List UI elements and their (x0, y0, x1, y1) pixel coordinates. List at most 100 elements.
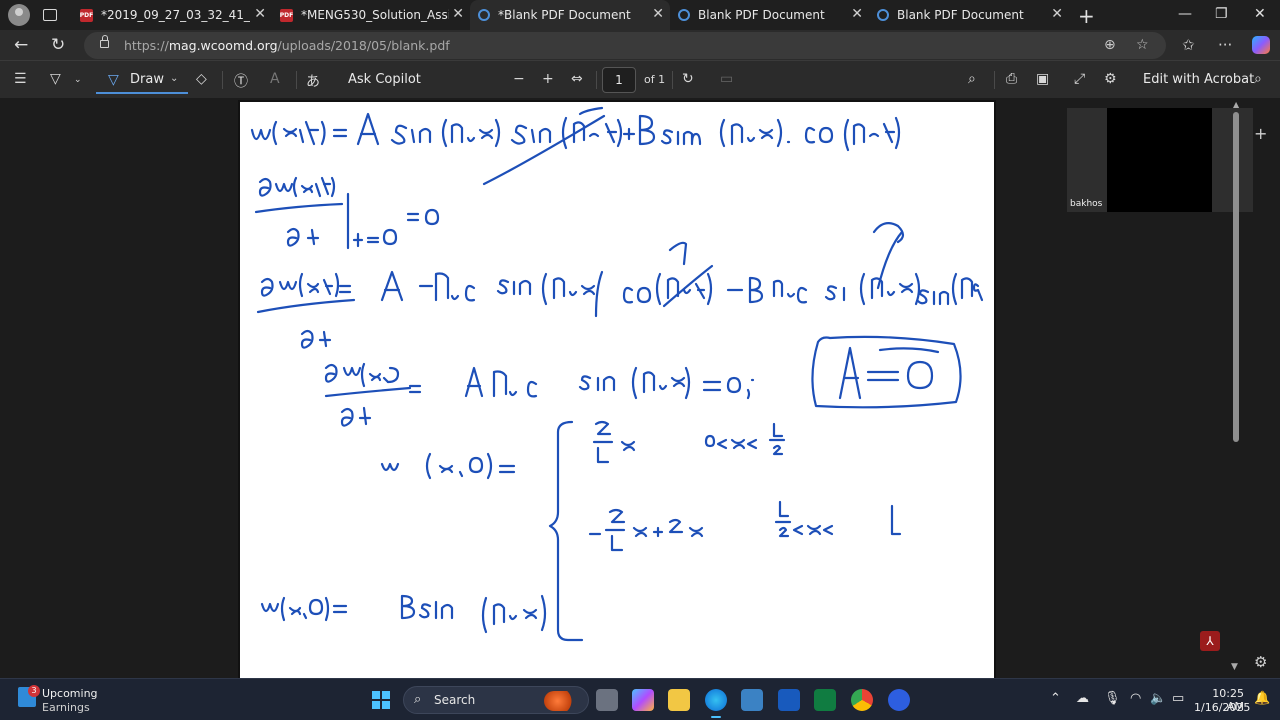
chevron-down-icon[interactable]: ⌄ (170, 73, 178, 84)
edge-pdf-icon (678, 9, 690, 21)
close-icon[interactable]: ✕ (254, 7, 266, 21)
tab-5[interactable]: Blank PDF Document ✕ (869, 0, 1069, 30)
search-label: Search (434, 693, 476, 707)
translate-icon[interactable]: あ (306, 71, 320, 91)
chevron-up-icon[interactable]: ⌃ (1050, 691, 1061, 706)
video-preview[interactable]: bakhos (1067, 108, 1253, 212)
start-button[interactable] (372, 691, 390, 709)
zoom-icon[interactable]: ⊕ (1104, 37, 1116, 53)
contents-icon[interactable]: ☰ (14, 71, 27, 87)
pdf-icon: PDF (80, 8, 93, 22)
pdf-page[interactable] (238, 100, 996, 680)
ink-line-3 (256, 221, 984, 349)
tab-title: Blank PDF Document (698, 8, 825, 22)
file-explorer-icon[interactable] (668, 689, 690, 711)
favorites-icon[interactable]: ✩ (1182, 36, 1195, 54)
copilot-icon[interactable] (1252, 36, 1270, 54)
address-row: ← ↻ https://mag.wcoomd.org/uploads/2018/… (0, 30, 1280, 60)
page-total: of 1 (644, 73, 666, 86)
cloud-sync-icon[interactable]: ☁ (1076, 691, 1089, 706)
zoom-in-button[interactable]: + (542, 71, 554, 87)
scroll-up-icon[interactable]: ▲ (1233, 100, 1239, 109)
refresh-button[interactable]: ↻ (51, 35, 65, 55)
favorite-star-icon[interactable]: ☆ (1136, 37, 1149, 53)
acrobat-search-icon[interactable]: ⌕ (1254, 71, 1262, 87)
back-button[interactable]: ← (14, 35, 28, 55)
eraser-icon[interactable]: ◇ (196, 71, 207, 87)
print-icon[interactable]: ⎙ (1006, 71, 1017, 87)
word-icon[interactable] (778, 689, 800, 711)
close-icon[interactable]: ✕ (452, 7, 464, 21)
ask-copilot-button[interactable]: Ask Copilot (348, 72, 421, 87)
participant-name: bakhos (1070, 199, 1103, 209)
search-highlight-icon (544, 691, 578, 711)
draw-button[interactable]: ▽ Draw ⌄ (96, 66, 188, 94)
minimize-button[interactable]: — (1178, 6, 1192, 22)
settings-icon[interactable]: ⚙ (1104, 71, 1117, 87)
widget-title[interactable]: Upcoming (42, 687, 98, 700)
fullscreen-icon[interactable]: ⤢ (1074, 71, 1085, 87)
close-icon[interactable]: ✕ (851, 7, 863, 21)
gear-icon[interactable]: ⚙ (1254, 653, 1267, 671)
page-number-input[interactable]: 1 (602, 67, 636, 93)
add-text-icon[interactable]: Ⓣ (234, 71, 248, 91)
search-icon[interactable]: ⌕ (968, 71, 976, 87)
tab-strip: PDF *2019_09_27_03_32_41_MENG530 ✕ PDF *… (0, 0, 1280, 30)
tab-title: *2019_09_27_03_32_41_MENG530 (101, 8, 251, 22)
microphone-icon[interactable]: 🎙 (1104, 691, 1121, 706)
tab-3-active[interactable]: *Blank PDF Document ✕ (470, 0, 670, 30)
ink-line-1 (250, 106, 901, 186)
widget-subtitle[interactable]: Earnings (42, 701, 90, 714)
excel-icon[interactable] (814, 689, 836, 711)
ink-line-2 (254, 176, 440, 250)
new-tab-button[interactable]: + (1078, 4, 1095, 28)
scroll-down-icon[interactable]: ▼ (1231, 662, 1238, 672)
tab-4[interactable]: Blank PDF Document ✕ (670, 0, 869, 30)
copilot-app-icon[interactable] (632, 689, 654, 711)
close-icon[interactable]: ✕ (652, 7, 664, 21)
draw-pen-icon: ▽ (108, 72, 119, 88)
lock-icon (100, 35, 109, 48)
clock-date[interactable]: 1/16/2025 (1194, 701, 1250, 714)
add-icon[interactable]: + (1254, 124, 1267, 143)
edge-icon[interactable] (705, 689, 727, 718)
draw-label: Draw (130, 71, 164, 87)
edit-with-acrobat-button[interactable]: Edit with Acrobat (1143, 72, 1254, 87)
rotate-icon[interactable]: ↻ (682, 71, 694, 87)
maximize-button[interactable]: ❐ (1215, 6, 1228, 22)
tab-title: Blank PDF Document (897, 8, 1024, 22)
battery-icon[interactable]: ▭ (1172, 691, 1184, 706)
tab-1[interactable]: PDF *2019_09_27_03_32_41_MENG530 ✕ (72, 0, 272, 30)
tab-title: *Blank PDF Document (498, 8, 631, 22)
profile-avatar[interactable] (8, 4, 30, 26)
notification-bell-icon[interactable]: 🔔 (1254, 691, 1270, 706)
volume-icon[interactable]: 🔈 (1150, 691, 1166, 706)
pdf-icon: PDF (280, 8, 293, 22)
tab-2[interactable]: PDF *MENG530_Solution_Assignment ✕ (272, 0, 470, 30)
more-menu-icon[interactable]: ··· (1218, 36, 1232, 54)
scrollbar-thumb[interactable] (1233, 112, 1239, 442)
pdf-toolbar: ☰ ▽ ⌄ ▽ Draw ⌄ ◇ Ⓣ A あ Ask Copilot − + ⇔… (0, 60, 1280, 98)
taskbar-search[interactable]: ⌕ Search (403, 686, 589, 714)
notification-badge: 3 (28, 685, 40, 697)
url-text: https://mag.wcoomd.org/uploads/2018/05/b… (124, 38, 450, 53)
chrome-icon[interactable] (851, 689, 873, 711)
tab-actions-icon[interactable] (43, 9, 57, 21)
address-bar[interactable]: https://mag.wcoomd.org/uploads/2018/05/b… (84, 32, 1166, 59)
task-view-icon[interactable] (596, 689, 618, 711)
acrobat-icon[interactable]: ⅄ (1200, 631, 1220, 651)
store-icon[interactable] (741, 689, 763, 711)
zoom-out-button[interactable]: − (513, 71, 525, 87)
wifi-icon[interactable]: ◠ (1130, 691, 1141, 706)
page-view-icon[interactable]: ▭ (720, 71, 733, 87)
ink-line-4 (324, 335, 962, 427)
zoom-app-icon[interactable] (888, 689, 910, 711)
save-icon[interactable]: ▣ (1036, 71, 1049, 87)
close-icon[interactable]: ✕ (1051, 7, 1063, 21)
highlight-icon[interactable]: ▽ (50, 71, 61, 87)
chevron-down-icon[interactable]: ⌄ (74, 75, 82, 85)
pdf-viewport[interactable]: bakhos + ▲ ▼ ⅄ ⚙ (0, 98, 1280, 680)
window-close-button[interactable]: ✕ (1254, 6, 1266, 22)
read-aloud-icon[interactable]: A (270, 71, 280, 87)
fit-page-icon[interactable]: ⇔ (571, 71, 583, 87)
